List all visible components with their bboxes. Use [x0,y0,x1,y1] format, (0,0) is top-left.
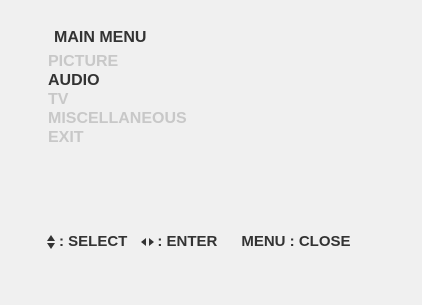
menu-item-miscellaneous[interactable]: MISCELLANEOUS [48,109,187,128]
menu-list: PICTURE AUDIO TV MISCELLANEOUS EXIT [48,52,187,147]
left-right-arrows-icon [141,237,155,247]
menu-item-tv[interactable]: TV [48,90,187,109]
up-down-arrows-icon [47,235,56,249]
hint-bar: : SELECT : ENTER MENU : CLOSE [47,233,351,251]
close-hint: MENU : CLOSE [241,233,350,251]
select-hint: : SELECT [47,233,127,251]
select-hint-label: : SELECT [59,233,128,250]
menu-item-audio[interactable]: AUDIO [48,71,187,90]
enter-hint-label: : ENTER [157,233,218,250]
menu-item-exit[interactable]: EXIT [48,128,187,147]
menu-item-picture[interactable]: PICTURE [48,52,187,71]
close-hint-label: MENU : CLOSE [241,233,351,250]
enter-hint: : ENTER [141,233,217,251]
menu-title: MAIN MENU [54,29,147,46]
osd-menu-panel: MAIN MENU PICTURE AUDIO TV MISCELLANEOUS… [0,0,422,305]
